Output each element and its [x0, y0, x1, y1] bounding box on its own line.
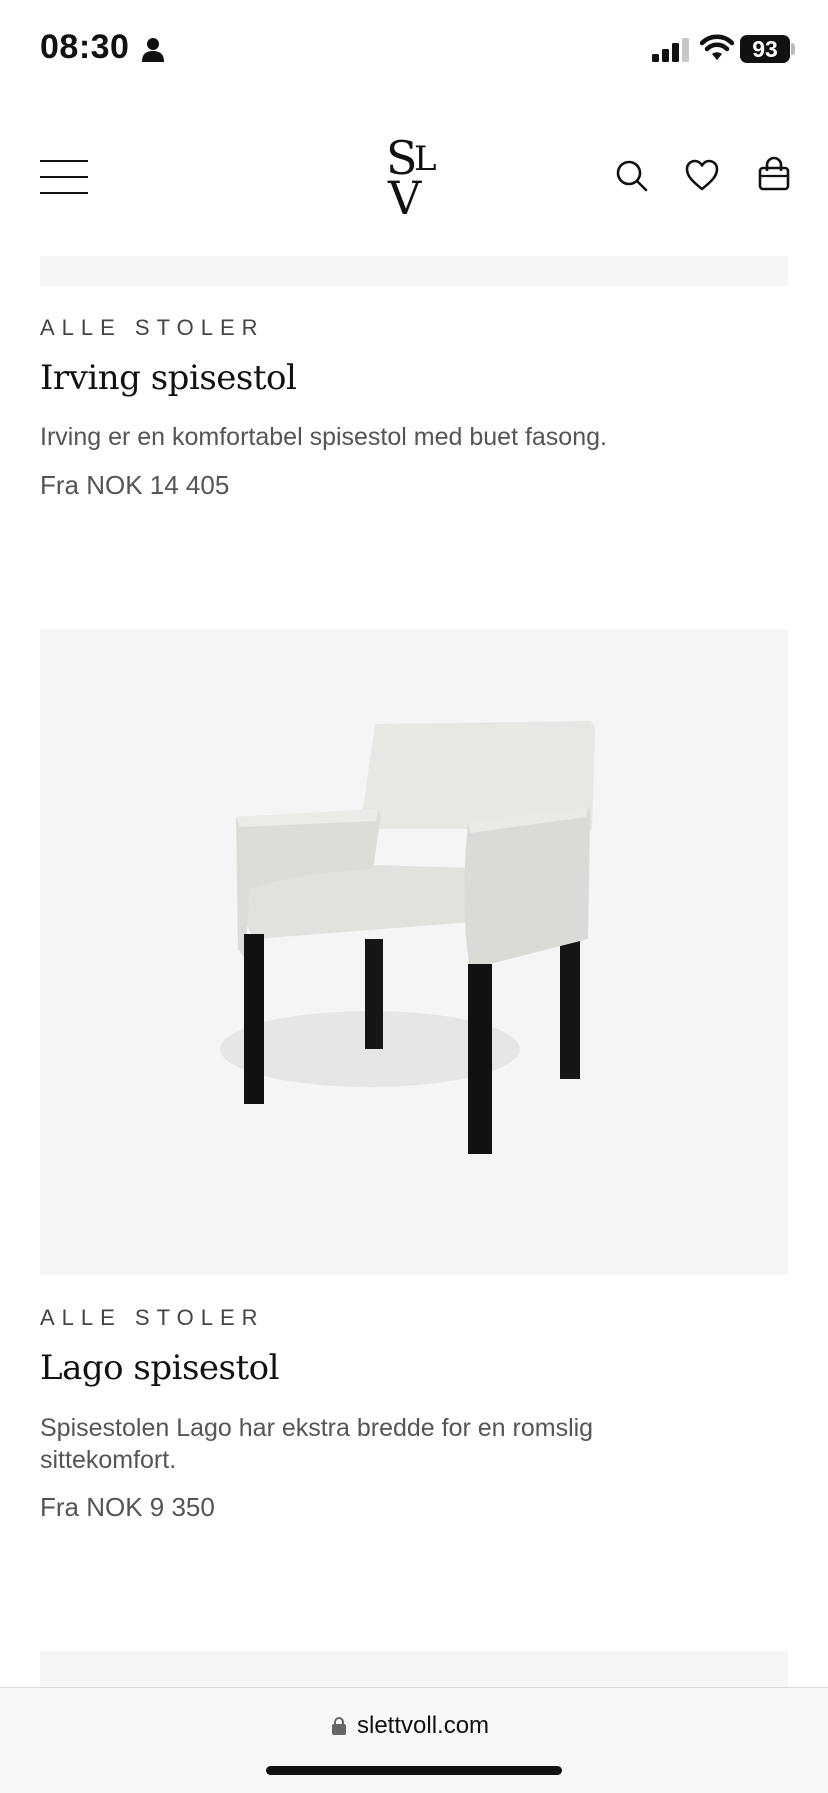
bag-icon[interactable]	[756, 156, 792, 192]
brand-logo[interactable]: S L V	[372, 130, 448, 218]
product-image-next[interactable]	[40, 1651, 788, 1687]
armchair-illustration	[220, 721, 595, 1154]
product-description: Irving er en komfortabel spisestol med b…	[40, 423, 607, 451]
lock-icon	[332, 1717, 346, 1735]
status-time: 08:30	[40, 28, 130, 66]
product-category: ALLE STOLER	[40, 1305, 265, 1330]
product-image[interactable]	[40, 629, 788, 1275]
product-title[interactable]: Lago spisestol	[40, 1348, 280, 1388]
logo-letter-v: V	[387, 171, 422, 218]
battery-nub	[791, 43, 795, 55]
address-bar-url[interactable]: slettvoll.com	[357, 1712, 489, 1740]
browser-bottom-bar	[0, 1687, 828, 1793]
heart-icon[interactable]	[684, 158, 720, 194]
product-description: Spisestolen Lago har ekstra bredde for e…	[40, 1414, 594, 1474]
battery-indicator: 93	[740, 35, 790, 63]
product-title[interactable]: Irving spisestol	[40, 358, 297, 398]
person-icon	[142, 38, 164, 62]
menu-icon[interactable]	[40, 160, 88, 194]
signal-icon	[652, 38, 689, 62]
product-price: Fra NOK 14 405	[40, 470, 230, 500]
search-icon[interactable]	[614, 158, 650, 194]
product-price: Fra NOK 9 350	[40, 1492, 215, 1522]
product-image-top[interactable]	[40, 256, 788, 286]
product-category: ALLE STOLER	[40, 315, 265, 340]
wifi-icon	[700, 34, 734, 60]
home-indicator[interactable]	[266, 1766, 562, 1775]
